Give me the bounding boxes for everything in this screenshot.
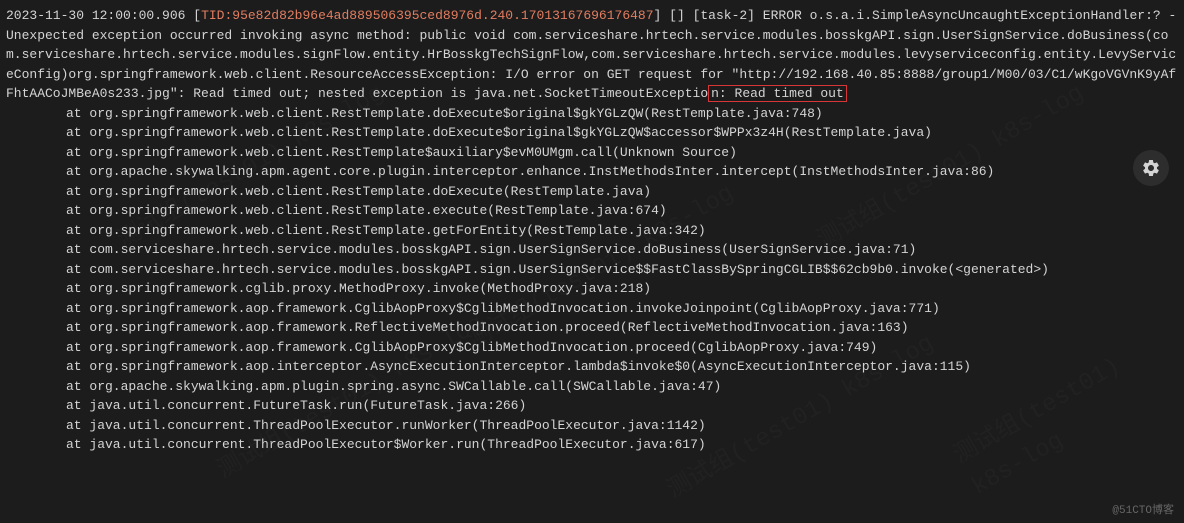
stack-trace-line: at org.springframework.web.client.RestTe… bbox=[6, 143, 1178, 163]
stack-trace-line: at org.springframework.aop.framework.Ref… bbox=[6, 318, 1178, 338]
stack-trace-line: at java.util.concurrent.ThreadPoolExecut… bbox=[6, 416, 1178, 436]
stack-trace-line: at org.springframework.aop.interceptor.A… bbox=[6, 357, 1178, 377]
stack-trace-line: at com.serviceshare.hrtech.service.modul… bbox=[6, 240, 1178, 260]
stack-trace-line: at org.springframework.cglib.proxy.Metho… bbox=[6, 279, 1178, 299]
gear-icon bbox=[1141, 158, 1161, 178]
stack-trace-line: at org.springframework.aop.framework.Cgl… bbox=[6, 299, 1178, 319]
settings-button[interactable] bbox=[1133, 150, 1169, 186]
stack-trace-line: at org.springframework.web.client.RestTe… bbox=[6, 104, 1178, 124]
tid-bracket-open: [ bbox=[193, 8, 201, 23]
stack-trace-line: at org.springframework.web.client.RestTe… bbox=[6, 123, 1178, 143]
stack-trace-line: at org.apache.skywalking.apm.plugin.spri… bbox=[6, 377, 1178, 397]
stack-trace-line: at org.springframework.web.client.RestTe… bbox=[6, 221, 1178, 241]
log-timestamp: 2023-11-30 12:00:00.906 bbox=[6, 8, 185, 23]
log-tid: TID:95e82d82b96e4ad889506395ced8976d.240… bbox=[201, 8, 653, 23]
stack-trace-line: at java.util.concurrent.ThreadPoolExecut… bbox=[6, 435, 1178, 455]
log-task: [task-2] bbox=[693, 8, 755, 23]
log-empty-brackets: [] bbox=[661, 8, 692, 23]
log-output: 2023-11-30 12:00:00.906 [TID:95e82d82b96… bbox=[6, 6, 1178, 455]
stack-trace-line: at org.springframework.web.client.RestTe… bbox=[6, 182, 1178, 202]
stack-trace-line: at com.serviceshare.hrtech.service.modul… bbox=[6, 260, 1178, 280]
log-highlighted-text: n: Read timed out bbox=[708, 85, 847, 102]
stack-trace-line: at org.springframework.aop.framework.Cgl… bbox=[6, 338, 1178, 358]
stack-trace-line: at java.util.concurrent.FutureTask.run(F… bbox=[6, 396, 1178, 416]
stack-trace-line: at org.springframework.web.client.RestTe… bbox=[6, 201, 1178, 221]
page-watermark: @51CTO博客 bbox=[1112, 503, 1174, 520]
stack-trace-line: at org.apache.skywalking.apm.agent.core.… bbox=[6, 162, 1178, 182]
log-level: ERROR bbox=[755, 8, 810, 23]
